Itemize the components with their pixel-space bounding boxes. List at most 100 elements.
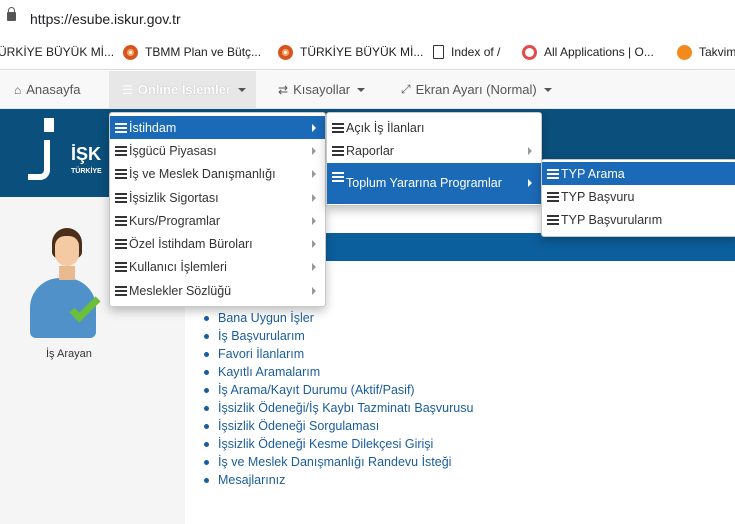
link[interactable]: İş Başvurularım bbox=[218, 329, 305, 343]
nav-kisayollar-label: Kısayollar bbox=[293, 82, 351, 97]
bookmark-item[interactable]: ÜRKİYE BÜYÜK Mİ... bbox=[0, 44, 114, 60]
menu-item-label: İşgücü Piyasası bbox=[129, 143, 217, 158]
bookmark-label: Takvim bbox=[699, 45, 735, 59]
user-role-label: İş Arayan bbox=[46, 348, 92, 360]
bookmarks-bar: ÜRKİYE BÜYÜK Mİ... TBMM Plan ve Bütç... … bbox=[0, 34, 735, 70]
chevron-right-icon bbox=[312, 193, 316, 202]
menu-item-kullanici-islemleri[interactable]: Kullanıcı İşlemleri bbox=[110, 256, 325, 279]
chevron-down-icon bbox=[543, 87, 552, 92]
link[interactable]: İş ve Meslek Danışmanlığı Randevu İsteği bbox=[218, 455, 451, 469]
link[interactable]: Kayıtlı Aramalarım bbox=[218, 365, 320, 379]
iskur-logo[interactable]: İŞK TÜRKİYE bbox=[14, 118, 114, 184]
menu-item-typ-basvurularim[interactable]: TYP Başvurularım bbox=[542, 208, 735, 231]
bookmark-item[interactable]: All Applications | O... bbox=[522, 44, 654, 60]
link[interactable]: Bana Uygun İşler bbox=[218, 311, 314, 325]
url-text[interactable]: https://esube.iskur.gov.tr bbox=[30, 11, 181, 27]
link[interactable]: İşsizlik Ödeneği Sorgulaması bbox=[218, 419, 379, 433]
list-item[interactable]: İşsizlik Ödeneği Sorgulaması bbox=[204, 417, 473, 435]
takvim-icon bbox=[677, 44, 692, 60]
menu-item-label: İşsizlik Sigortası bbox=[129, 190, 219, 205]
nav-ekran-label: Ekran Ayarı (Normal) bbox=[415, 82, 537, 97]
list-item[interactable]: Mesajlarınız bbox=[204, 471, 473, 489]
list-item[interactable]: İşsizlik Ödeneği/İş Kaybı Tazminatı Başv… bbox=[204, 399, 473, 417]
document-icon bbox=[433, 45, 444, 59]
menu-item-raporlar[interactable]: Raporlar bbox=[327, 139, 541, 162]
logo-subtext: TÜRKİYE bbox=[71, 168, 102, 175]
menu-item-ozel-istihdam[interactable]: Özel İstihdam Büroları bbox=[110, 232, 325, 255]
link[interactable]: İş Arama/Kayıt Durumu (Aktif/Pasif) bbox=[218, 383, 415, 397]
menu-item-label: Açık İş İlanları bbox=[346, 120, 425, 135]
list-item[interactable]: Favori İlanlarım bbox=[204, 345, 473, 363]
link[interactable]: Favori İlanlarım bbox=[218, 347, 304, 361]
list-item[interactable]: İş ve Meslek Danışmanlığı Randevu İsteği bbox=[204, 453, 473, 471]
menu-item-meslekler-sozlugu[interactable]: Meslekler Sözlüğü bbox=[110, 279, 325, 302]
bookmark-label: TBMM Plan ve Bütç... bbox=[145, 45, 262, 59]
menu-item-istihdam[interactable]: İstihdam bbox=[110, 116, 325, 140]
link[interactable]: İşsizlik Ödeneği/İş Kaybı Tazminatı Başv… bbox=[218, 401, 473, 415]
list-icon bbox=[115, 239, 127, 250]
list-icon bbox=[115, 122, 127, 133]
link[interactable]: İşsizlik Ödeneği Kesme Dilekçesi Girişi bbox=[218, 437, 433, 451]
nav-home[interactable]: ⌂ Anasayfa bbox=[14, 71, 80, 108]
user-avatar bbox=[28, 228, 101, 344]
chevron-right-icon bbox=[312, 286, 316, 295]
avatar-neck bbox=[59, 266, 75, 280]
list-item[interactable]: İşsizlik Ödeneği Kesme Dilekçesi Girişi bbox=[204, 435, 473, 453]
lock-icon bbox=[7, 7, 16, 21]
menu-item-isgucu-piyasasi[interactable]: İşgücü Piyasası bbox=[110, 139, 325, 162]
typ-submenu: TYP Arama TYP Başvuru TYP Başvurularım bbox=[541, 159, 735, 237]
nav-home-label: Anasayfa bbox=[26, 82, 81, 97]
nav-ekran-ayari[interactable]: ⤢ Ekran Ayarı (Normal) bbox=[401, 71, 552, 108]
list-icon: ☰ bbox=[122, 82, 133, 97]
home-icon: ⌂ bbox=[14, 82, 22, 97]
menu-item-acik-is-ilanlari[interactable]: Açık İş İlanları bbox=[327, 116, 541, 139]
bookmark-item[interactable]: Takvim bbox=[677, 44, 735, 60]
bookmark-item[interactable]: TÜRKİYE BÜYÜK Mİ... bbox=[278, 44, 423, 60]
nav-online-label: Online İşlemler bbox=[137, 82, 231, 97]
list-item[interactable]: Bana Uygun İşler bbox=[204, 309, 473, 327]
nav-kisayollar[interactable]: ⇄ Kısayollar bbox=[278, 71, 366, 108]
link[interactable]: Mesajlarınız bbox=[218, 473, 285, 487]
chevron-right-icon bbox=[312, 123, 316, 132]
list-icon bbox=[547, 191, 559, 202]
expand-icon: ⤢ bbox=[401, 82, 411, 96]
avatar-face bbox=[55, 236, 79, 266]
page: https://esube.iskur.gov.tr ÜRKİYE BÜYÜK … bbox=[0, 0, 735, 524]
list-icon bbox=[115, 262, 127, 273]
logo-text: İŞK bbox=[71, 144, 102, 164]
list-icon bbox=[115, 215, 127, 226]
list-icon bbox=[547, 168, 559, 179]
address-bar[interactable]: https://esube.iskur.gov.tr bbox=[0, 0, 735, 34]
menu-item-label: Raporlar bbox=[346, 143, 394, 158]
menu-item-label: İstihdam bbox=[129, 120, 177, 135]
list-icon bbox=[332, 145, 344, 156]
menu-item-typ-basvuru[interactable]: TYP Başvuru bbox=[542, 185, 735, 208]
section-header-strip bbox=[325, 233, 735, 261]
list-icon bbox=[332, 171, 344, 182]
bookmark-item[interactable]: TBMM Plan ve Bütç... bbox=[123, 44, 261, 60]
menu-item-toplum-yararina[interactable]: Toplum Yararına Programlar bbox=[327, 162, 541, 204]
bookmark-label: TÜRKİYE BÜYÜK Mİ... bbox=[300, 45, 424, 59]
list-item[interactable]: İş Arama/Kayıt Durumu (Aktif/Pasif) bbox=[204, 381, 473, 399]
nav-online-islemler[interactable]: ☰ Online İşlemler bbox=[109, 71, 256, 108]
menu-item-label: TYP Başvuru bbox=[561, 189, 635, 204]
shuffle-icon: ⇄ bbox=[278, 82, 289, 97]
istihdam-submenu: Açık İş İlanları Raporlar Toplum Yararın… bbox=[326, 112, 542, 206]
chevron-right-icon bbox=[312, 240, 316, 249]
menu-item-issizlik-sigortasi[interactable]: İşsizlik Sigortası bbox=[110, 186, 325, 209]
menu-item-is-ve-meslek[interactable]: İş ve Meslek Danışmanlığı bbox=[110, 163, 325, 186]
bookmark-item[interactable]: Index of / bbox=[433, 44, 500, 60]
apps-icon bbox=[522, 44, 537, 60]
bookmark-label: All Applications | O... bbox=[544, 45, 654, 59]
menu-item-label: Özel İstihdam Büroları bbox=[129, 237, 253, 252]
list-icon bbox=[115, 145, 127, 156]
menu-item-label: TYP Arama bbox=[561, 166, 625, 181]
chevron-right-icon bbox=[528, 179, 532, 188]
menu-item-typ-arama[interactable]: TYP Arama bbox=[542, 162, 735, 185]
menu-item-kurs-programlar[interactable]: Kurs/Programlar bbox=[110, 209, 325, 232]
list-item[interactable]: Kayıtlı Aramalarım bbox=[204, 363, 473, 381]
chevron-down-icon bbox=[357, 87, 366, 92]
list-icon bbox=[115, 285, 127, 296]
list-item[interactable]: İş Başvurularım bbox=[204, 327, 473, 345]
online-islemler-menu: İstihdam İşgücü Piyasası İş ve Meslek Da… bbox=[109, 112, 326, 307]
